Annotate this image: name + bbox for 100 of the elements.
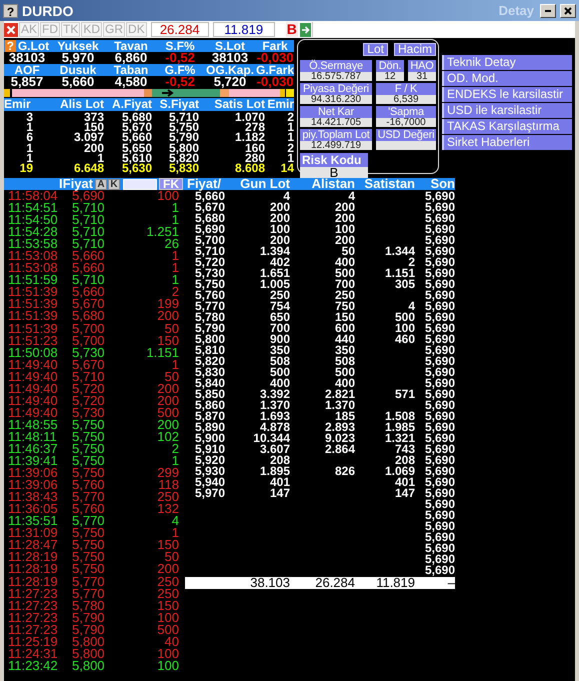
trade-lot: 500 (156, 406, 179, 419)
table-cell-text: 1.651 (258, 268, 290, 279)
sort-button[interactable]: A (95, 178, 107, 190)
trade-time: 11:23:42 (8, 660, 59, 672)
table-cell-text: 1.070 (234, 112, 265, 122)
table-cell-text: 147 (268, 488, 290, 499)
toggle-button[interactable]: Lot (363, 43, 388, 56)
table-cell-text: 5,660 (195, 191, 225, 202)
close-icon[interactable] (4, 22, 18, 36)
trade-price: 5,720 (72, 382, 106, 395)
trade-lot: 200 (156, 382, 179, 395)
table-cell-text: 3.392 (258, 389, 290, 400)
link-button[interactable]: TAKAS Karşılaştırma (442, 119, 572, 134)
trade-price: 5,770 (72, 588, 106, 600)
table-cell-text: 278 (244, 122, 265, 132)
table-cell-text: 5,690 (424, 202, 455, 213)
trade-lot: 50 (164, 370, 179, 383)
table-cell-text: 350 (268, 345, 290, 356)
link-button[interactable]: Sirket Haberleri (442, 135, 572, 150)
table-cell-text: 5,690 (424, 411, 455, 422)
trade-price: 5,730 (72, 346, 106, 359)
table-cell-text: 5,690 (424, 466, 455, 477)
table-cell-text: 200 (268, 213, 290, 224)
total-cell-text: 5,630 (120, 163, 152, 174)
table-cell-text: 5,800 (168, 142, 199, 153)
trade-time: 11:53:58 (8, 238, 59, 250)
minimize-button[interactable] (540, 4, 556, 18)
field-value: 6,539 (376, 95, 436, 104)
table-cell-text: 600 (334, 323, 355, 334)
table-cell-text: 5,910 (194, 444, 225, 455)
column-header: Alistan (310, 178, 355, 190)
trade-lot: 118 (158, 479, 179, 492)
total-cell-text: 14 (280, 163, 294, 174)
table-cell-text: 5,890 (194, 422, 225, 433)
table-cell-text: 5,800 (194, 334, 225, 345)
field-value: -16,7000 (376, 118, 436, 127)
table-cell-text: 185 (334, 411, 355, 422)
table-cell-text: 5,690 (424, 444, 455, 455)
table-cell-text: 2 (286, 142, 294, 153)
table-cell-text: 5,970 (194, 488, 225, 499)
field-value: 16.575.787 (300, 72, 372, 81)
link-button[interactable]: OD. Mod. (442, 71, 572, 86)
table-cell-text: 5,670 (120, 122, 152, 132)
table-cell-text: 2.821 (324, 389, 355, 400)
empty-value-box (376, 141, 436, 150)
field-value: B (300, 167, 368, 179)
sort-button[interactable]: K (108, 178, 120, 190)
trade-price: 5,750 (72, 467, 106, 480)
trade-time: 11:51:39 (8, 286, 59, 298)
table-cell-text: 571 (394, 389, 415, 400)
column-header: Tavan (113, 40, 149, 52)
link-button[interactable]: ENDEKS le karsilastir (442, 87, 572, 102)
trade-price: 5,800 (72, 636, 106, 648)
close-button[interactable] (560, 4, 576, 18)
table-cell-text: 5,720 (194, 257, 225, 268)
table-cell-text: 508 (334, 356, 355, 367)
trade-time: 11:31:09 (8, 527, 59, 540)
filter-button[interactable]: FK (159, 178, 183, 190)
column-header: G.Lot (18, 40, 50, 52)
table-cell-text: 5,690 (424, 400, 455, 411)
stat-value: 5,660 (62, 76, 94, 88)
table-cell-text: 5,930 (194, 466, 225, 477)
toggle-button[interactable]: Hacim (394, 43, 436, 56)
table-cell-text: 200 (268, 202, 290, 213)
table-cell-text: 5,830 (194, 367, 225, 378)
table-cell-text: 700 (268, 323, 290, 334)
table-cell-text: 500 (334, 367, 355, 378)
table-cell-text: 5,690 (424, 554, 455, 565)
table-cell-text: 147 (394, 488, 415, 499)
link-button[interactable]: Teknik Detay (442, 55, 572, 70)
link-button[interactable]: USD ile karsilastir (442, 103, 572, 118)
field-value: 12.499.719 (300, 141, 372, 150)
table-cell-text: 1 (286, 122, 294, 132)
stat-value: -0,030 (256, 76, 294, 88)
table-cell-text: 5,750 (168, 122, 199, 132)
trade-time: 11:28:19 (8, 563, 59, 576)
table-cell-text: 100 (334, 224, 355, 235)
table-cell-text: 1.005 (258, 279, 290, 290)
table-cell-text: 700 (334, 279, 355, 290)
total-cell-text: 38.103 (249, 577, 290, 589)
trade-price: 5,710 (72, 238, 106, 250)
stat-value: -0,030 (256, 52, 294, 64)
filter-field[interactable] (123, 178, 157, 190)
trade-price: 5,790 (72, 624, 106, 636)
trade-price: 5,770 (72, 491, 106, 504)
table-cell-text: 5,900 (194, 433, 225, 444)
arrow-icon[interactable] (300, 22, 311, 36)
help-icon[interactable]: ? (4, 40, 16, 52)
trade-lot: 102 (156, 430, 179, 443)
total-cell-text: 26.284 (314, 577, 355, 589)
stat-value: 38103 (210, 52, 250, 64)
table-cell-text: 250 (334, 290, 355, 301)
table-cell-text: 150 (84, 122, 104, 132)
table-cell-text: 5,690 (424, 422, 455, 433)
table-cell-text: 1 (97, 152, 104, 164)
column-header: S.F% (164, 40, 196, 52)
trade-lot: 150 (156, 600, 179, 612)
trade-lot: 1 (172, 202, 179, 214)
table-cell-text: 5,690 (424, 323, 455, 334)
trade-lot: 100 (156, 190, 179, 202)
